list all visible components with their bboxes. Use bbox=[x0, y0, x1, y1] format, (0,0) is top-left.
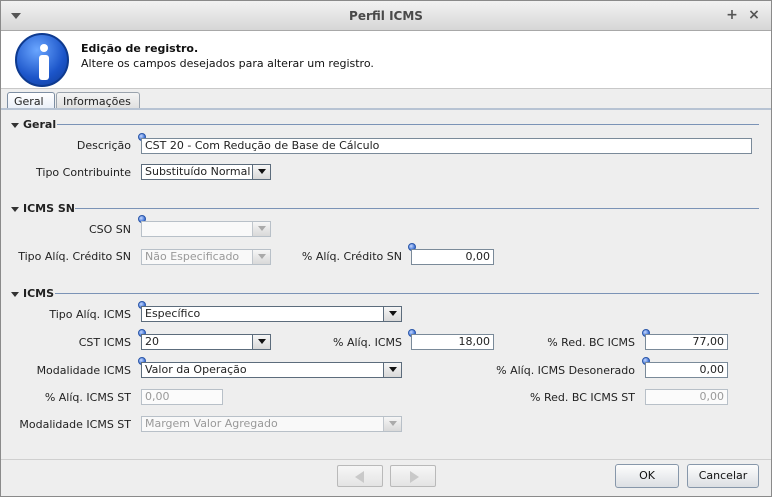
tipo-contribuinte-select[interactable]: Substituído Normal bbox=[141, 164, 271, 180]
header-panel: Edição de registro. Altere os campos des… bbox=[1, 31, 771, 89]
modalidade-icms-st-label: Modalidade ICMS ST bbox=[19, 418, 131, 431]
aliq-credito-label: % Alíq. Crédito SN bbox=[301, 250, 402, 263]
tipo-aliq-icms-label: Tipo Alíq. ICMS bbox=[49, 308, 131, 321]
cst-icms-select[interactable]: 20 bbox=[141, 334, 271, 350]
section-divider bbox=[75, 208, 759, 209]
chevron-down-icon[interactable] bbox=[252, 222, 270, 236]
tab-divider bbox=[1, 108, 771, 110]
arrow-right-icon bbox=[410, 471, 419, 483]
chevron-down-icon[interactable] bbox=[252, 250, 270, 264]
aliq-icms-input[interactable]: 18,00 bbox=[411, 334, 494, 350]
chevron-down-icon[interactable] bbox=[383, 363, 401, 377]
header-title: Edição de registro. bbox=[81, 42, 199, 55]
chevron-down-icon[interactable] bbox=[252, 335, 270, 349]
chevron-down-icon[interactable] bbox=[252, 165, 270, 179]
footer-divider bbox=[1, 459, 771, 460]
collapse-icon bbox=[11, 291, 19, 297]
cst-icms-label: CST ICMS bbox=[78, 336, 131, 349]
section-icms-header[interactable]: ICMS bbox=[11, 287, 54, 300]
dialog-window: Perfil ICMS + × Edição de registro. Alte… bbox=[0, 0, 772, 497]
red-bc-icms-st-input[interactable]: 0,00 bbox=[645, 389, 728, 405]
collapse-icon bbox=[11, 206, 19, 212]
modalidade-icms-select[interactable]: Valor da Operação bbox=[141, 362, 402, 378]
red-bc-icms-label: % Red. BC ICMS bbox=[547, 336, 635, 349]
header-subtitle: Altere os campos desejados para alterar … bbox=[81, 57, 374, 70]
tipo-aliq-credito-label: Tipo Alíq. Crédito SN bbox=[18, 250, 131, 263]
info-icon bbox=[15, 33, 69, 87]
chevron-down-icon[interactable] bbox=[383, 417, 401, 431]
aliq-icms-label: % Alíq. ICMS bbox=[333, 336, 402, 349]
maximize-icon[interactable]: + bbox=[724, 7, 740, 23]
aliq-icms-st-input[interactable]: 0,00 bbox=[141, 389, 223, 405]
aliq-desonerado-input[interactable]: 0,00 bbox=[645, 362, 728, 378]
ok-button[interactable]: OK bbox=[615, 464, 679, 488]
descricao-label: Descrição bbox=[76, 139, 131, 152]
section-icms-sn-header[interactable]: ICMS SN bbox=[11, 202, 75, 215]
aliq-icms-st-label: % Alíq. ICMS ST bbox=[44, 391, 131, 404]
chevron-down-icon[interactable] bbox=[383, 307, 401, 321]
window-title: Perfil ICMS bbox=[349, 9, 423, 23]
red-bc-icms-st-label: % Red. BC ICMS ST bbox=[530, 391, 635, 404]
descricao-input[interactable]: CST 20 - Com Redução de Base de Cálculo bbox=[141, 138, 752, 154]
next-button[interactable] bbox=[390, 465, 436, 487]
cso-sn-select[interactable] bbox=[141, 221, 271, 237]
title-bar[interactable]: Perfil ICMS + × bbox=[1, 1, 771, 31]
previous-button[interactable] bbox=[337, 465, 383, 487]
tipo-contribuinte-label: Tipo Contribuinte bbox=[36, 166, 131, 179]
tab-bar: Geral Informações bbox=[1, 90, 771, 110]
aliq-desonerado-label: % Alíq. ICMS Desonerado bbox=[496, 364, 635, 377]
tipo-aliq-icms-select[interactable]: Específico bbox=[141, 306, 402, 322]
red-bc-icms-input[interactable]: 77,00 bbox=[645, 334, 728, 350]
aliq-credito-input[interactable]: 0,00 bbox=[411, 249, 494, 265]
modalidade-icms-label: Modalidade ICMS bbox=[36, 364, 131, 377]
cancel-button[interactable]: Cancelar bbox=[687, 464, 759, 488]
section-divider bbox=[55, 293, 759, 294]
modalidade-icms-st-select[interactable]: Margem Valor Agregado bbox=[141, 416, 402, 432]
collapse-icon bbox=[11, 122, 19, 128]
section-divider bbox=[57, 124, 759, 125]
arrow-left-icon bbox=[355, 471, 364, 483]
section-geral-header[interactable]: Geral bbox=[11, 118, 56, 131]
close-icon[interactable]: × bbox=[746, 7, 762, 23]
cso-sn-label: CSO SN bbox=[88, 223, 131, 236]
tipo-aliq-credito-select[interactable]: Não Especificado bbox=[141, 249, 271, 265]
